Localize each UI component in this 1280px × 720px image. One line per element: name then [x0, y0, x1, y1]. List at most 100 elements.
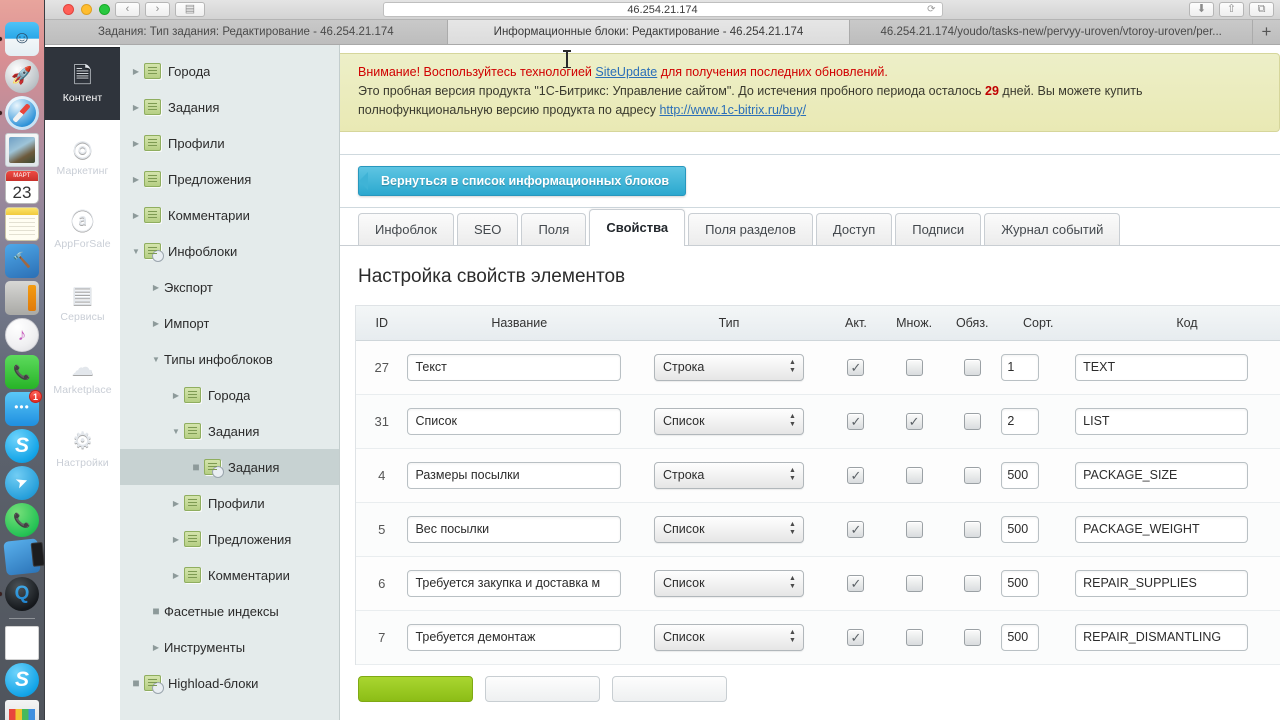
browser-tab-2[interactable]: 46.254.21.174/youdo/tasks-new/pervyy-uro… — [850, 20, 1254, 44]
buy-link[interactable]: http://www.1c-bitrix.ru/buy/ — [659, 103, 806, 117]
dock-icon-notes[interactable] — [5, 207, 39, 241]
tree-item-13[interactable]: ▶ Предложения — [120, 521, 339, 557]
sort-input[interactable]: 2 — [1001, 407, 1040, 435]
property-type-select[interactable]: Список ▲ ▼ — [653, 407, 804, 435]
property-code-input[interactable]: REPAIR_SUPPLIES — [1075, 569, 1249, 597]
dock-icon-calendar[interactable]: МАРТ 23 — [5, 170, 39, 204]
multiple-checkbox[interactable] — [905, 628, 923, 646]
chevron-down-icon[interactable]: ▼ — [128, 247, 144, 256]
tree-item-5[interactable]: ▼ Инфоблоки — [120, 233, 339, 269]
tab-поля-разделов[interactable]: Поля разделов — [688, 213, 813, 245]
back-to-infoblock-list-button[interactable]: Вернуться в список информационных блоков — [358, 166, 687, 196]
chevron-right-icon[interactable]: ▶ — [168, 391, 184, 400]
admin-menu-item-1[interactable]: ◎ Маркетинг — [45, 120, 120, 193]
chevron-right-icon[interactable]: ▶ — [128, 211, 144, 220]
dock-icon-whatsapp[interactable] — [5, 503, 39, 537]
required-checkbox[interactable] — [963, 466, 981, 484]
tree-item-4[interactable]: ▶ Комментарии — [120, 197, 339, 233]
admin-menu-item-4[interactable]: ☁ Marketplace — [45, 339, 120, 412]
multiple-checkbox[interactable] — [905, 358, 923, 376]
property-type-select[interactable]: Список ▲ ▼ — [653, 515, 804, 543]
siteupdate-link[interactable]: SiteUpdate — [595, 65, 657, 79]
property-code-input[interactable]: LIST — [1075, 407, 1249, 435]
tree-item-0[interactable]: ▶ Города — [120, 53, 339, 89]
downloads-icon[interactable]: ⬇ — [1189, 2, 1214, 17]
property-name-input[interactable]: Вес посылки — [407, 515, 622, 543]
property-type-select[interactable]: Строка ▲ ▼ — [653, 461, 804, 489]
dock-icon-launchpad[interactable] — [5, 59, 39, 93]
tree-item-17[interactable]: ■ Highload-блоки — [120, 665, 339, 701]
dock-icon-xcode[interactable] — [5, 244, 39, 278]
active-checkbox[interactable] — [847, 628, 865, 646]
chevron-right-icon[interactable]: ▶ — [148, 319, 164, 328]
admin-tree-panel[interactable]: ▶ Города ▶ Задания ▶ Профили ▶ Предложения ▶ Комм… — [120, 45, 340, 720]
multiple-checkbox[interactable] — [905, 412, 923, 430]
close-icon[interactable] — [63, 4, 74, 15]
dock-icon-sketch[interactable] — [3, 538, 41, 576]
sort-input[interactable]: 1 — [1001, 353, 1040, 381]
property-name-input[interactable]: Размеры посылки — [407, 461, 622, 489]
property-name-input[interactable]: Требуется демонтаж — [407, 623, 622, 651]
required-checkbox[interactable] — [963, 412, 981, 430]
multiple-checkbox[interactable] — [905, 574, 923, 592]
chevron-right-icon[interactable]: ▶ — [168, 535, 184, 544]
active-checkbox[interactable] — [847, 466, 865, 484]
tab-доступ[interactable]: Доступ — [815, 213, 893, 245]
chevron-down-icon[interactable]: ▼ — [148, 355, 164, 364]
tree-item-1[interactable]: ▶ Задания — [120, 89, 339, 125]
property-code-input[interactable]: PACKAGE_WEIGHT — [1075, 515, 1249, 543]
active-checkbox[interactable] — [847, 574, 865, 592]
tab-подписи[interactable]: Подписи — [895, 213, 982, 245]
window-traffic-lights[interactable] — [63, 4, 110, 15]
property-name-input[interactable]: Список — [407, 407, 622, 435]
property-type-select[interactable]: Список ▲ ▼ — [653, 569, 804, 597]
apply-button[interactable] — [485, 675, 600, 702]
minimize-icon[interactable] — [81, 4, 92, 15]
tree-item-16[interactable]: ▶ Инструменты — [120, 629, 339, 665]
dock-icon-calculator[interactable] — [5, 281, 39, 315]
property-code-input[interactable]: PACKAGE_SIZE — [1075, 461, 1249, 489]
tree-item-3[interactable]: ▶ Предложения — [120, 161, 339, 197]
tree-item-15[interactable]: ■ Фасетные индексы — [120, 593, 339, 629]
active-checkbox[interactable] — [847, 358, 865, 376]
reload-icon[interactable]: ⟳ — [927, 4, 935, 15]
save-button[interactable] — [358, 675, 473, 702]
browser-tab-1[interactable]: Информационные блоки: Редактирование - 4… — [447, 20, 851, 44]
tree-item-7[interactable]: ▶ Импорт — [120, 305, 339, 341]
sort-input[interactable]: 500 — [1001, 569, 1040, 597]
sort-input[interactable]: 500 — [1001, 623, 1040, 651]
tab-seo[interactable]: SEO — [456, 213, 519, 245]
active-checkbox[interactable] — [847, 412, 865, 430]
chevron-right-icon[interactable]: ▶ — [168, 571, 184, 580]
property-code-input[interactable]: REPAIR_DISMANTLING — [1075, 623, 1249, 651]
multiple-checkbox[interactable] — [905, 466, 923, 484]
forward-icon[interactable]: › — [145, 2, 170, 17]
tree-item-2[interactable]: ▶ Профили — [120, 125, 339, 161]
property-code-input[interactable]: TEXT — [1075, 353, 1249, 381]
chevron-right-icon[interactable]: ▶ — [128, 139, 144, 148]
admin-menu-item-0[interactable]: 🗎 Контент — [45, 47, 120, 120]
dock-icon-app-store[interactable] — [5, 700, 39, 720]
chevron-right-icon[interactable]: ▶ — [128, 67, 144, 76]
admin-menu-item-3[interactable]: ▤ Сервисы — [45, 266, 120, 339]
dock-icon-telegram[interactable] — [5, 466, 39, 500]
chevron-right-icon[interactable]: ▶ — [128, 103, 144, 112]
sort-input[interactable]: 500 — [1001, 461, 1040, 489]
dock-icon-itunes[interactable] — [5, 318, 39, 352]
sidebar-icon[interactable]: ▤ — [175, 2, 205, 17]
admin-menu-item-5[interactable]: ⚙ Настройки — [45, 412, 120, 485]
tree-item-11[interactable]: ■ Задания — [120, 449, 339, 485]
tree-item-8[interactable]: ▼ Типы инфоблоков — [120, 341, 339, 377]
address-bar[interactable]: 46.254.21.174 ⟳ — [382, 2, 943, 17]
admin-menu-item-2[interactable]: ⓐ AppForSale — [45, 193, 120, 266]
tree-item-9[interactable]: ▶ Города — [120, 377, 339, 413]
back-icon[interactable]: ‹ — [115, 2, 140, 17]
share-icon[interactable]: ⇧ — [1219, 2, 1244, 17]
property-name-input[interactable]: Требуется закупка и доставка м — [407, 569, 622, 597]
dock-icon-skype-2[interactable] — [5, 663, 39, 697]
dock-icon-skype[interactable] — [5, 429, 39, 463]
chevron-right-icon[interactable]: ▶ — [148, 643, 164, 652]
property-type-select[interactable]: Список ▲ ▼ — [653, 623, 804, 651]
tabs-icon[interactable]: ⧉ — [1249, 2, 1274, 17]
dock-icon-facetime[interactable] — [5, 355, 39, 389]
